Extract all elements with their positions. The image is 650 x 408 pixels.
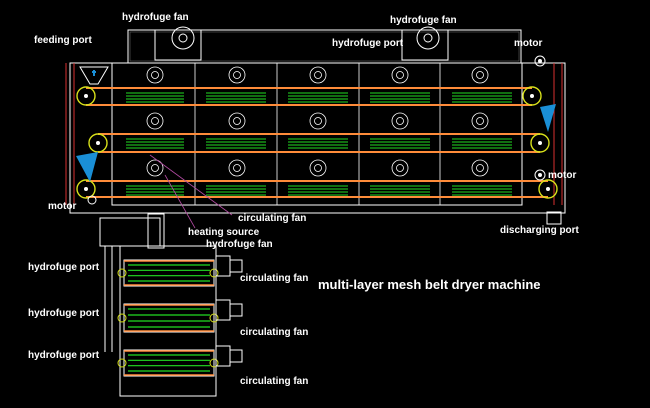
- lower-heater-box: [99, 217, 161, 247]
- circulating-fan-icon: [471, 112, 489, 130]
- main-dryer-unit: [65, 26, 566, 229]
- label-discharging-port: discharging port: [500, 225, 579, 236]
- motor-right-icon: [534, 169, 546, 181]
- lower-side-fans: [215, 255, 243, 367]
- circulating-fan-icon: [228, 112, 246, 130]
- motor-top-right-icon: [534, 55, 546, 67]
- dryer-drawing: [65, 26, 566, 397]
- top-duct-inner: [129, 31, 520, 62]
- label-circulating-fan-main: circulating fan: [238, 213, 307, 224]
- circulating-fan-icon: [146, 112, 164, 130]
- dryer-body-frame: [69, 62, 566, 214]
- circulating-fan-icon: [228, 159, 246, 177]
- label-motor-top-right: motor: [514, 38, 543, 49]
- label-circulating-fan-2: circulating fan: [240, 327, 309, 338]
- label-hydrofuge-fan-top-right: hydrofuge fan: [390, 15, 457, 26]
- lower-layer: [123, 259, 215, 287]
- label-feeding-port: feeding port: [34, 35, 92, 46]
- circulating-fan-icon: [471, 66, 489, 84]
- label-heating-source: heating source: [188, 227, 260, 238]
- circulating-fan-icon: [146, 66, 164, 84]
- label-motor-right: motor: [548, 170, 577, 181]
- circulating-fan-icon: [309, 66, 327, 84]
- label-hydrofuge-fan-top-left: hydrofuge fan: [122, 12, 189, 23]
- lower-layer: [123, 349, 215, 377]
- discharging-port: [546, 211, 562, 225]
- circulating-fan-icon: [391, 112, 409, 130]
- diagram-title: multi-layer mesh belt dryer machine: [318, 277, 541, 292]
- label-circulating-fan-3: circulating fan: [240, 376, 309, 387]
- left-guide-triangle: [76, 152, 98, 182]
- label-hydrofuge-port-2: hydrofuge port: [28, 308, 100, 319]
- circulating-fan-icon: [391, 159, 409, 177]
- top-duct-housing: [127, 29, 522, 64]
- circulating-fan-icon: [228, 66, 246, 84]
- lower-layer: [123, 303, 215, 333]
- label-hydrofuge-port-3: hydrofuge port: [28, 350, 100, 361]
- circulating-fan-icon: [471, 159, 489, 177]
- label-hydrofuge-fan-bottom: hydrofuge fan: [206, 239, 273, 250]
- circulating-fan-icon: [309, 159, 327, 177]
- circulating-fan-icon: [309, 112, 327, 130]
- label-hydrofuge-port-top: hydrofuge port: [332, 38, 404, 49]
- label-motor-left: motor: [48, 201, 77, 212]
- label-hydrofuge-port-1: hydrofuge port: [28, 262, 100, 273]
- label-circulating-fan-1: circulating fan: [240, 273, 309, 284]
- chamber-circulating-fans: [146, 66, 489, 177]
- circulating-fan-icon: [391, 66, 409, 84]
